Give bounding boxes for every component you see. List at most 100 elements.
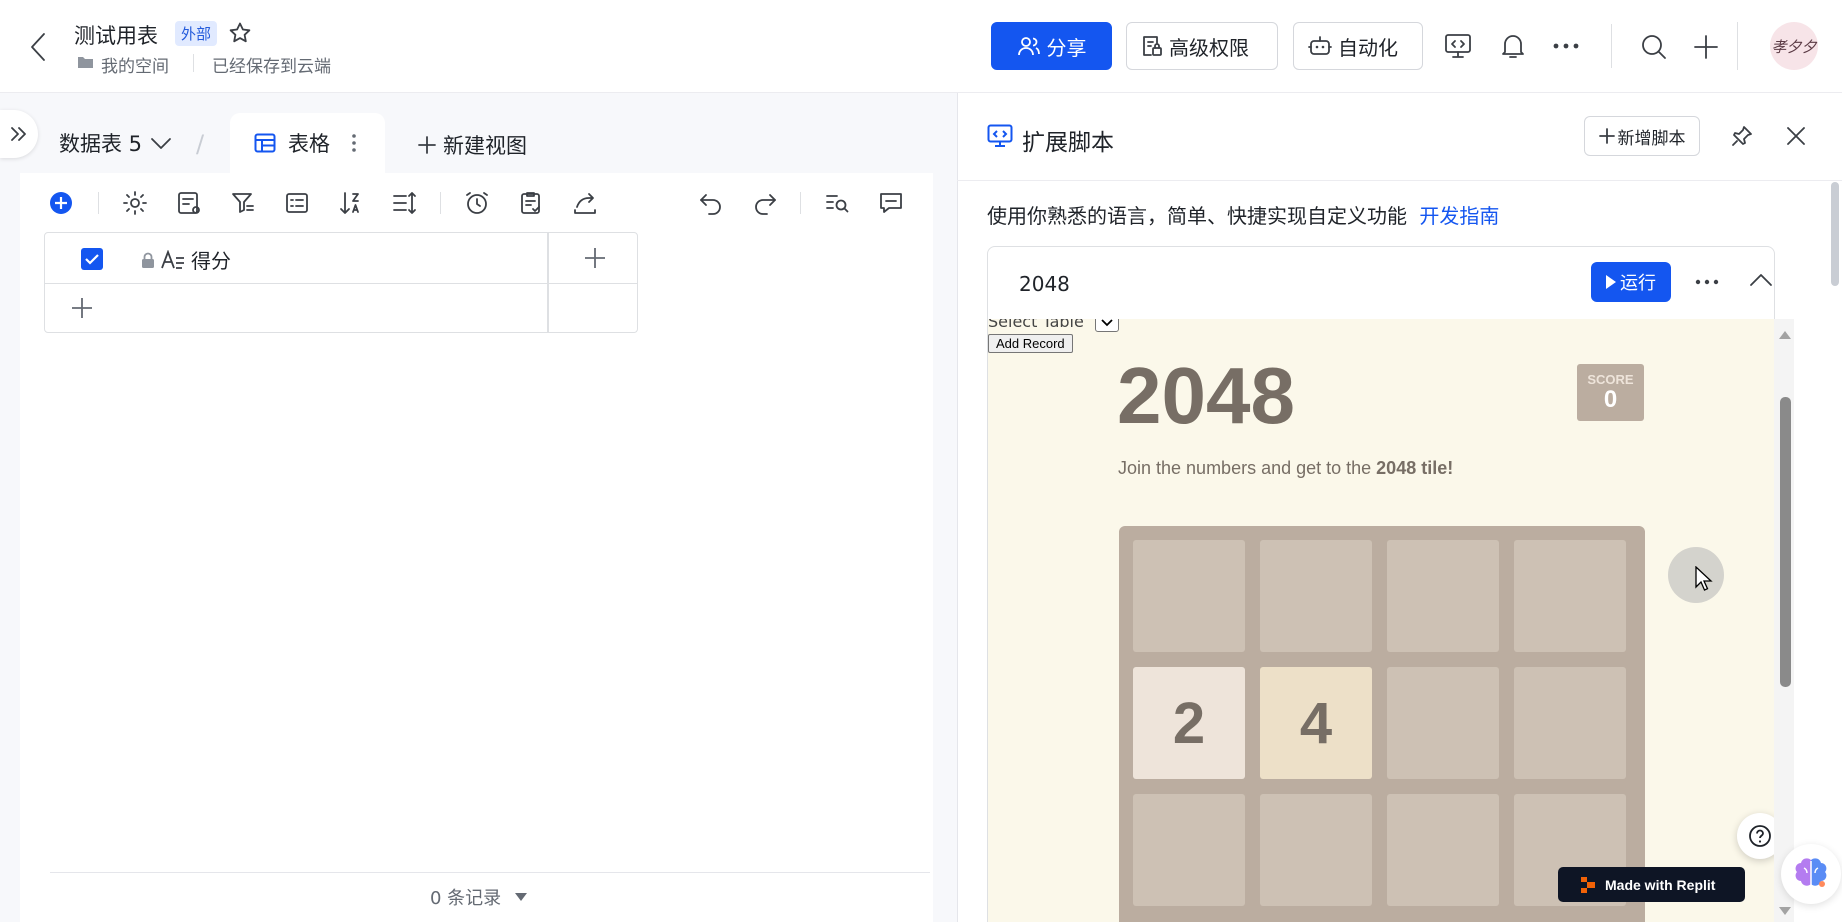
help-button[interactable] bbox=[1737, 813, 1774, 859]
intro-bold: 2048 tile! bbox=[1376, 458, 1454, 478]
extension-script-icon[interactable] bbox=[1444, 33, 1472, 59]
dev-guide-link[interactable]: 开发指南 bbox=[1419, 204, 1499, 228]
add-record-button[interactable]: Add Record bbox=[988, 334, 1073, 353]
separator: / bbox=[196, 130, 205, 158]
divider bbox=[800, 192, 801, 214]
external-badge: 外部 bbox=[175, 21, 218, 46]
divider bbox=[1737, 22, 1738, 70]
comment-icon[interactable] bbox=[878, 190, 904, 216]
divider bbox=[193, 54, 194, 72]
tile-empty bbox=[1514, 667, 1626, 779]
record-count-label: 0 条记录 bbox=[430, 888, 502, 909]
add-script-button[interactable]: 新增脚本 bbox=[1584, 116, 1700, 156]
table-selector[interactable]: 数据表 5 bbox=[59, 128, 172, 158]
sheet-toolbar bbox=[48, 188, 918, 218]
tile-empty bbox=[1387, 794, 1499, 906]
score-box: SCORE 0 bbox=[1577, 364, 1644, 421]
new-view-button[interactable]: 新建视图 bbox=[417, 130, 527, 160]
group-icon[interactable] bbox=[284, 190, 310, 216]
permission-doc-icon bbox=[1141, 34, 1163, 58]
undo-icon[interactable] bbox=[698, 190, 724, 216]
question-icon bbox=[1748, 824, 1772, 848]
panel-divider bbox=[957, 180, 1842, 181]
check-icon bbox=[85, 253, 99, 265]
plus-icon bbox=[417, 135, 437, 155]
play-icon bbox=[1606, 275, 1616, 289]
select-table-dropdown[interactable] bbox=[1095, 319, 1119, 332]
settings-icon[interactable] bbox=[122, 190, 148, 216]
more-icon[interactable] bbox=[1553, 43, 1579, 49]
footer-divider bbox=[50, 872, 930, 873]
add-record-icon[interactable] bbox=[48, 190, 74, 216]
panel-scrollbar-thumb[interactable] bbox=[1831, 182, 1839, 286]
form-check-icon[interactable] bbox=[518, 190, 544, 216]
automation-label: 自动化 bbox=[1338, 35, 1398, 60]
script-more-icon[interactable] bbox=[1695, 279, 1719, 285]
collapse-chevron-icon[interactable] bbox=[1749, 272, 1773, 288]
tile-empty bbox=[1387, 667, 1499, 779]
row-height-icon[interactable] bbox=[392, 190, 418, 216]
save-status: 已经保存到云端 bbox=[212, 57, 331, 77]
description-text: 使用你熟悉的语言，简单、快捷实现自定义功能 bbox=[987, 204, 1407, 228]
script-output-frame: Select Table Add Record 2048 SCORE 0 Joi… bbox=[988, 319, 1774, 922]
star-icon[interactable] bbox=[228, 21, 252, 45]
top-bar: 测试用表 外部 我的空间 已经保存到云端 分享 高级权限 自动化 孝夕夕 bbox=[0, 0, 1842, 93]
add-column-icon[interactable] bbox=[583, 246, 607, 270]
replit-logo-icon bbox=[1580, 876, 1596, 894]
divider bbox=[1611, 24, 1612, 68]
column-name: 得分 bbox=[191, 249, 231, 273]
divider bbox=[440, 192, 441, 214]
tile-2: 2 bbox=[1133, 667, 1245, 779]
add-icon[interactable] bbox=[1692, 33, 1720, 61]
extension-panel-icon bbox=[987, 124, 1013, 148]
made-with-label: Made with Replit bbox=[1605, 876, 1716, 893]
kebab-icon[interactable] bbox=[352, 134, 356, 152]
text-field-icon bbox=[161, 249, 185, 270]
scrollbar-thumb[interactable] bbox=[1780, 397, 1791, 687]
tile-empty bbox=[1260, 794, 1372, 906]
script-name: 2048 bbox=[1019, 272, 1070, 296]
redo-icon[interactable] bbox=[752, 190, 778, 216]
alarm-clock-icon[interactable] bbox=[464, 190, 490, 216]
column-header-score[interactable]: 得分 bbox=[141, 245, 231, 274]
tile-empty bbox=[1133, 794, 1245, 906]
extension-description: 使用你熟悉的语言，简单、快捷实现自定义功能 开发指南 bbox=[987, 200, 1499, 229]
made-with-replit-badge[interactable]: Made with Replit bbox=[1558, 867, 1745, 902]
pin-icon[interactable] bbox=[1730, 124, 1754, 148]
permissions-label: 高级权限 bbox=[1169, 35, 1249, 60]
add-row-icon[interactable] bbox=[71, 297, 93, 319]
select-all-checkbox[interactable] bbox=[81, 248, 103, 270]
sort-icon[interactable] bbox=[338, 190, 364, 216]
tile-empty bbox=[1387, 540, 1499, 652]
field-settings-icon[interactable] bbox=[176, 190, 202, 216]
lock-icon bbox=[141, 252, 155, 268]
run-label: 运行 bbox=[1620, 273, 1656, 294]
bell-icon[interactable] bbox=[1500, 32, 1526, 60]
game-board[interactable]: 24 bbox=[1119, 526, 1645, 922]
caret-down-icon bbox=[515, 893, 528, 901]
record-count[interactable]: 0 条记录 bbox=[430, 884, 528, 910]
close-icon[interactable] bbox=[1784, 124, 1808, 148]
robot-icon bbox=[1308, 34, 1332, 58]
filter-icon[interactable] bbox=[230, 190, 256, 216]
automation-button[interactable]: 自动化 bbox=[1293, 22, 1423, 70]
share-button[interactable]: 分享 bbox=[991, 22, 1112, 70]
folder-icon bbox=[77, 55, 94, 69]
share-export-icon[interactable] bbox=[572, 190, 598, 216]
scroll-up-arrow-icon[interactable] bbox=[1779, 331, 1791, 339]
back-icon[interactable] bbox=[24, 30, 54, 64]
score-label: SCORE bbox=[1587, 372, 1634, 387]
ai-assistant-button[interactable] bbox=[1781, 844, 1841, 904]
scroll-down-arrow-icon[interactable] bbox=[1779, 907, 1791, 915]
advanced-permissions-button[interactable]: 高级权限 bbox=[1126, 22, 1278, 70]
run-button[interactable]: 运行 bbox=[1591, 262, 1671, 302]
tab-grid-view[interactable]: 表格 bbox=[230, 113, 385, 173]
search-icon[interactable] bbox=[1640, 33, 1668, 61]
tile-empty bbox=[1260, 540, 1372, 652]
plus-icon bbox=[1598, 128, 1615, 144]
chevron-down-icon bbox=[1101, 319, 1113, 327]
find-icon[interactable] bbox=[824, 190, 850, 216]
avatar[interactable]: 孝夕夕 bbox=[1770, 22, 1818, 70]
frame-scrollbar[interactable] bbox=[1774, 319, 1794, 922]
breadcrumb-space[interactable]: 我的空间 bbox=[101, 52, 169, 77]
